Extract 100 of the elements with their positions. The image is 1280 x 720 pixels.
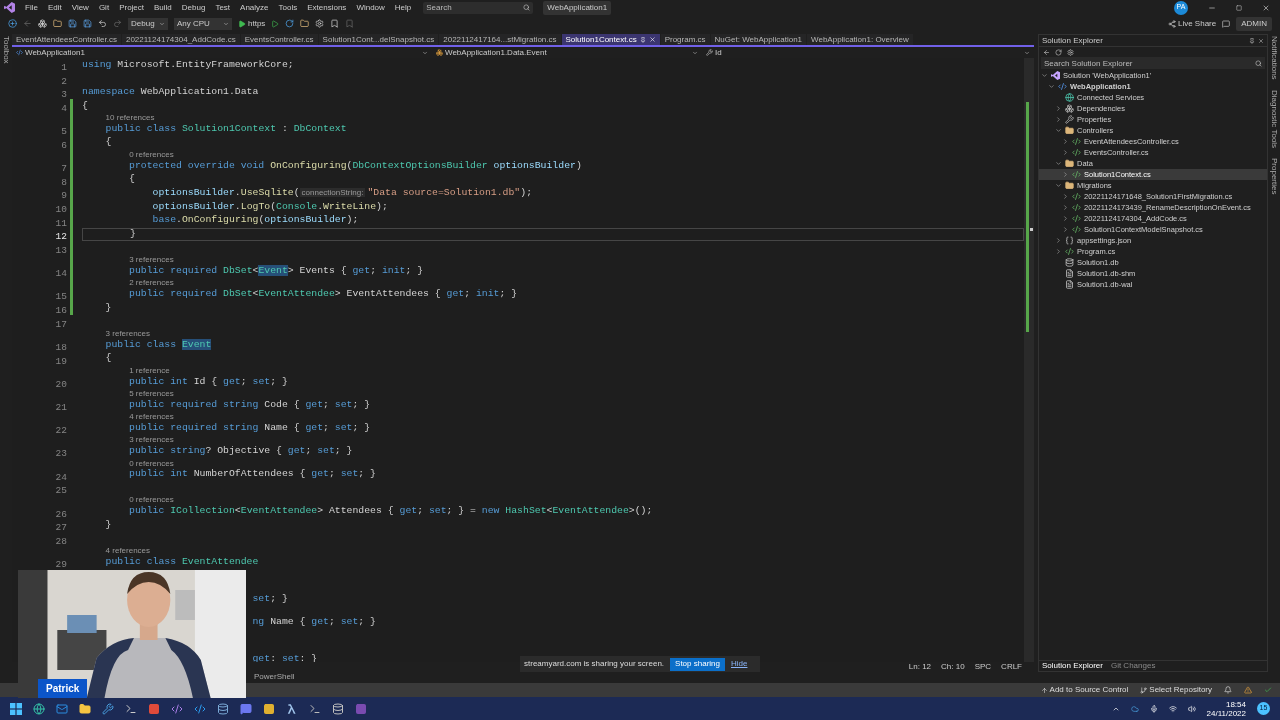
search-field[interactable]: Search Solution Explorer — [1041, 57, 1265, 69]
collapsed-icon[interactable] — [1062, 204, 1069, 211]
redo-icon[interactable] — [113, 19, 122, 28]
side-panel-tab[interactable]: Properties — [1268, 157, 1280, 195]
reference-count[interactable]: 0 references — [129, 458, 174, 468]
browser-icon[interactable] — [33, 702, 45, 715]
back-icon[interactable] — [1043, 48, 1050, 56]
reference-count[interactable]: 0 references — [129, 495, 174, 505]
file-tab[interactable]: 20221124174304_AddCode.cs — [121, 34, 240, 45]
configuration-dropdown[interactable]: Debug — [128, 17, 168, 30]
cloud-icon[interactable] — [1130, 704, 1139, 713]
platform-dropdown[interactable]: Any CPU — [174, 17, 232, 30]
collapsed-icon[interactable] — [1055, 116, 1062, 123]
live-share-button[interactable]: Live Share — [1167, 17, 1217, 30]
windows-logo-icon[interactable] — [10, 702, 22, 715]
code-editor-icon[interactable] — [194, 702, 206, 715]
settings-icon[interactable] — [315, 19, 325, 28]
code-editor-icon[interactable] — [171, 702, 183, 715]
file-tab[interactable]: EventsController.cs — [240, 34, 318, 45]
repository-button[interactable]: Select Repository — [1140, 684, 1212, 696]
collapsed-icon[interactable] — [1062, 193, 1069, 200]
expanded-icon[interactable] — [1055, 160, 1062, 167]
close-icon[interactable] — [1258, 37, 1264, 44]
toolbox-tab[interactable]: Toolbox — [0, 36, 12, 64]
expanded-icon[interactable] — [1048, 83, 1055, 90]
warning-icon[interactable] — [1244, 686, 1252, 694]
check-icon[interactable] — [1264, 686, 1272, 694]
file-tab[interactable]: EventAttendeesController.cs — [12, 34, 121, 45]
refresh-icon[interactable] — [1055, 48, 1062, 56]
collapsed-icon[interactable] — [1062, 215, 1069, 222]
menu-item[interactable]: Help — [394, 1, 412, 14]
expanded-icon[interactable] — [1041, 72, 1048, 79]
menu-item[interactable]: Analyze — [240, 1, 269, 14]
menu-item[interactable]: View — [71, 1, 89, 14]
notification-bell-icon[interactable] — [1224, 686, 1232, 694]
vertical-scrollbar[interactable] — [1024, 58, 1034, 662]
search-field[interactable]: Search — [423, 1, 534, 14]
hide-link[interactable]: Hide — [731, 658, 748, 670]
pin-icon[interactable] — [1249, 37, 1255, 44]
close-icon[interactable] — [1262, 3, 1270, 12]
file-tab[interactable]: WebApplication1: Overview — [807, 34, 913, 45]
file-tab[interactable]: Solution1Context.cs — [561, 34, 660, 45]
collapsed-icon[interactable] — [1062, 138, 1069, 145]
add-icon[interactable] — [8, 19, 17, 28]
member-dropdown[interactable]: Id — [702, 46, 1034, 59]
lambda-icon[interactable] — [286, 702, 298, 715]
menu-item[interactable]: Extensions — [307, 1, 347, 14]
reference-count[interactable]: 4 references — [129, 412, 174, 422]
editor-status-item[interactable]: SPC — [974, 661, 992, 673]
collapsed-icon[interactable] — [1055, 237, 1062, 244]
collapsed-icon[interactable] — [1062, 226, 1069, 233]
project-dropdown[interactable]: WebApplication1 — [12, 46, 432, 59]
back-icon[interactable] — [23, 19, 32, 28]
save-all-icon[interactable] — [83, 19, 92, 28]
editor-status-item[interactable]: Ln: 12 — [908, 661, 932, 673]
collapsed-icon[interactable] — [1062, 149, 1069, 156]
reference-count[interactable]: 10 references — [105, 113, 155, 122]
panel-tab[interactable]: Solution Explorer — [1042, 660, 1103, 672]
menu-item[interactable]: Window — [356, 1, 385, 14]
clock-date[interactable]: 24/11/2022 — [1206, 708, 1246, 718]
visual-studio-logo-icon[interactable] — [4, 2, 15, 13]
menu-item[interactable]: Debug — [181, 1, 206, 14]
collapsed-icon[interactable] — [1062, 171, 1069, 178]
file-tab[interactable]: 2022112417164...stMigration.cs — [439, 34, 561, 45]
side-panel-tab[interactable]: Notifications — [1268, 36, 1280, 80]
app-icon[interactable] — [263, 702, 275, 715]
file-tab[interactable]: NuGet: WebApplication1 — [710, 34, 807, 45]
network-icon[interactable] — [1168, 704, 1177, 713]
database-icon[interactable] — [217, 702, 229, 715]
folder-icon[interactable] — [79, 702, 91, 715]
stop-sharing-button[interactable]: Stop sharing — [670, 657, 725, 671]
terminal-icon[interactable] — [309, 702, 321, 715]
run-button[interactable]: https — [238, 17, 266, 30]
expanded-icon[interactable] — [1055, 127, 1062, 134]
undo-icon[interactable] — [98, 19, 107, 28]
reference-count[interactable]: 5 references — [129, 389, 174, 398]
app-icon[interactable] — [148, 702, 160, 715]
type-dropdown[interactable]: WebApplication1.Data.Event — [432, 46, 702, 59]
save-icon[interactable] — [68, 19, 77, 28]
feedback-icon[interactable] — [1222, 19, 1231, 28]
editor-status-item[interactable]: Ch: 10 — [941, 661, 965, 673]
reference-count[interactable]: 2 references — [129, 278, 174, 288]
folder-icon[interactable] — [300, 19, 310, 28]
collapsed-icon[interactable] — [1055, 105, 1062, 112]
expanded-icon[interactable] — [1055, 182, 1062, 189]
reference-count[interactable]: 3 references — [129, 435, 174, 445]
reference-count[interactable]: 1 reference — [129, 365, 170, 375]
pin-icon[interactable] — [639, 36, 646, 43]
panel-tab[interactable]: Git Changes — [1110, 660, 1156, 672]
chat-icon[interactable] — [240, 702, 252, 715]
volume-icon[interactable] — [1187, 704, 1196, 713]
menu-item[interactable]: File — [25, 1, 38, 14]
database-icon[interactable] — [332, 702, 344, 715]
menu-item[interactable]: Edit — [47, 1, 62, 14]
settings-icon[interactable] — [1067, 48, 1074, 56]
reference-count[interactable]: 0 references — [129, 149, 174, 159]
collapsed-icon[interactable] — [1055, 248, 1062, 255]
menu-item[interactable]: Project — [119, 1, 145, 14]
reference-count[interactable]: 3 references — [129, 255, 174, 265]
menu-item[interactable]: Git — [98, 1, 110, 14]
